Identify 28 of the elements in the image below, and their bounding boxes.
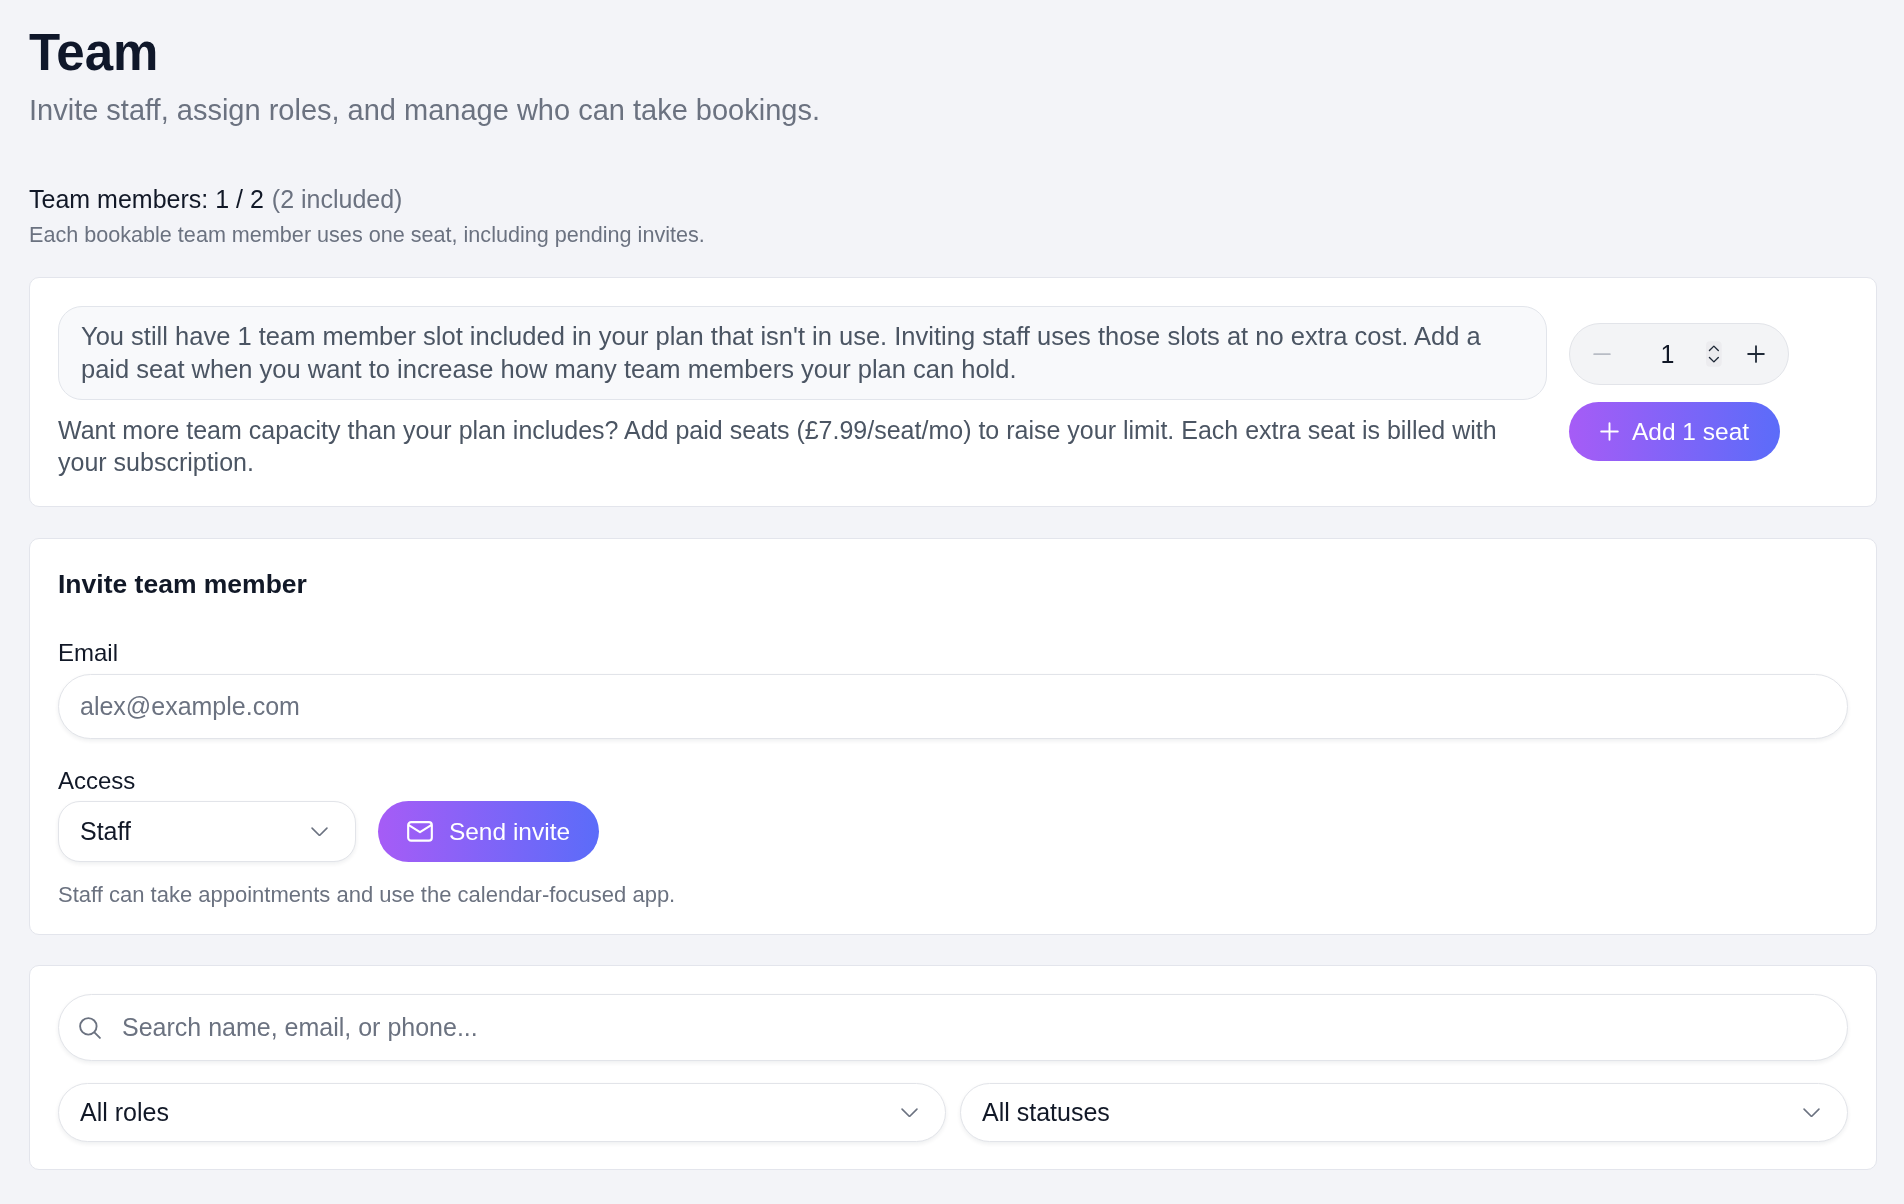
chevron-down-icon: [311, 826, 328, 837]
seat-usage-note: Each bookable team member uses one seat, including pending invites.: [29, 221, 705, 249]
field-label: Access: [58, 766, 136, 796]
send-invite-button[interactable]: Send invite: [378, 801, 599, 862]
search-input[interactable]: Search name, email, or phone...: [58, 994, 1848, 1061]
paid-seats-text: Want more team capacity than your plan includes? Add paid seats (£7.99/seat/mo) to raise your limit. Each extra seat is billed with your subscription.: [58, 415, 1498, 478]
page-subtitle: Invite staff, assign roles, and manage who can take bookings.: [29, 93, 820, 128]
spinner-arrows-icon[interactable]: [1705, 341, 1722, 367]
email-input[interactable]: alex@example.com: [58, 674, 1848, 739]
access-select[interactable]: Staff: [58, 801, 356, 862]
filter-select[interactable]: All roles: [58, 1083, 946, 1142]
filter-select[interactable]: All statuses: [960, 1083, 1848, 1142]
plus-icon: [1599, 422, 1619, 441]
page-title: Team: [29, 23, 159, 83]
field-label: Email: [58, 638, 118, 668]
plus-icon: [1747, 345, 1766, 363]
access-hint: Staff can take appointments and use the calendar-focused app.: [58, 881, 676, 909]
seat-count-field[interactable]: 1: [1619, 339, 1700, 369]
unused-slot-notice: You still have 1 team member slot included in your plan that isn't in use. Inviting staff uses those slots at no extra cost. Add a paid seat when you want to increase how many team members your plan can hold.: [58, 306, 1547, 400]
search-icon: [79, 1016, 101, 1039]
seat-usage-count: Team members: 1 / 2: [29, 184, 264, 215]
mail-icon: [406, 821, 433, 842]
minus-icon: [1592, 352, 1611, 356]
section-title: Invite team member: [58, 568, 307, 601]
add-seat-button[interactable]: Add 1 seat: [1569, 402, 1780, 461]
chevron-down-icon: [901, 1107, 918, 1118]
seat-included-count: (2 included): [271, 184, 403, 215]
chevron-down-icon: [1803, 1107, 1820, 1118]
